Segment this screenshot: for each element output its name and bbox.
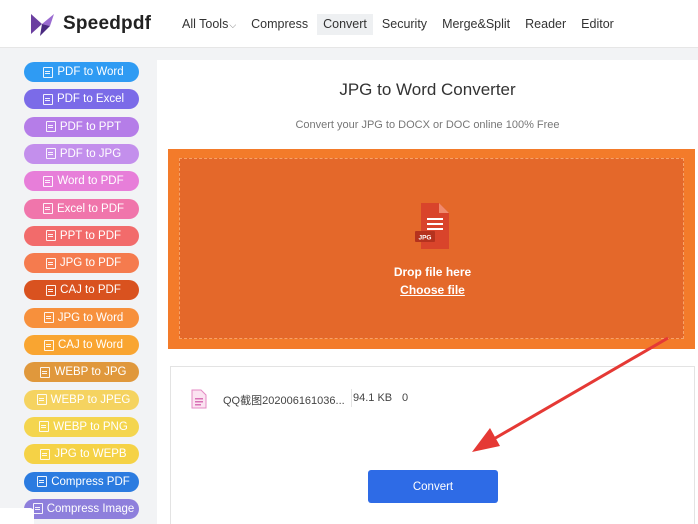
- sidebar-item-webp-to-jpg[interactable]: WEBP to JPG: [24, 362, 139, 383]
- nav-all-tools[interactable]: All Tools⌵: [176, 14, 242, 35]
- page-title: JPG to Word Converter: [339, 80, 516, 99]
- sidebar-item-pdf-to-jpg[interactable]: PDF to JPG: [24, 143, 139, 164]
- jpg-badge-label: JPG: [418, 235, 431, 242]
- document-icon: [39, 421, 50, 433]
- nav-convert[interactable]: Convert: [317, 14, 373, 35]
- document-icon: [45, 230, 56, 242]
- document-icon: [37, 476, 48, 487]
- drop-zone[interactable]: JPG Drop file here Choose file: [179, 158, 684, 339]
- nav-reader[interactable]: Reader: [519, 14, 572, 35]
- sidebar-item-label: CAJ to Word: [58, 339, 123, 351]
- file-progress: 0: [402, 392, 409, 404]
- upload-area[interactable]: JPG Drop file here Choose file: [168, 149, 695, 349]
- document-icon: [44, 339, 54, 351]
- top-nav: All Tools⌵ Compress Convert Security Mer…: [176, 14, 623, 35]
- sidebar-item-label: PDF to Word: [57, 66, 124, 78]
- nav-editor[interactable]: Editor: [575, 14, 620, 35]
- document-icon: [45, 148, 56, 160]
- document-icon: [45, 257, 56, 269]
- speedpdf-logo-icon[interactable]: [28, 10, 56, 38]
- nav-all-tools-label: All Tools: [182, 17, 229, 31]
- drop-file-text: Drop file here: [393, 265, 472, 279]
- sidebar-item-compress-image[interactable]: Compress Image: [24, 498, 139, 519]
- sidebar-item-excel-to-pdf[interactable]: Excel to PDF: [24, 198, 139, 219]
- tool-sidebar: PDF to Word PDF to Excel PDF to PPT PDF to …: [0, 48, 157, 524]
- sidebar-item-label: JPG to Word: [57, 311, 124, 324]
- sidebar-item-pdf-to-ppt[interactable]: PDF to PPT: [24, 116, 139, 137]
- document-icon: [40, 366, 51, 378]
- sidebar-item-label: WEBP to JPEG: [50, 393, 131, 406]
- sidebar-item-label: PPT to PDF: [59, 229, 122, 242]
- sidebar-item-caj-to-pdf[interactable]: CAJ to PDF: [24, 280, 139, 301]
- sidebar-item-caj-to-word[interactable]: CAJ to Word: [24, 335, 139, 355]
- sidebar-item-jpg-to-word[interactable]: JPG to Word: [24, 307, 139, 328]
- sidebar-item-pdf-to-excel[interactable]: PDF to Excel: [24, 89, 139, 110]
- document-icon: [40, 448, 51, 460]
- choose-file-link[interactable]: Choose file: [180, 283, 685, 297]
- sidebar-item-pdf-to-word[interactable]: PDF to Word: [24, 62, 139, 82]
- document-icon: [43, 312, 54, 324]
- sidebar-item-label: Excel to PDF: [56, 202, 125, 215]
- document-icon: [46, 284, 57, 296]
- sidebar-item-label: CAJ to PDF: [60, 284, 121, 297]
- sidebar-item-jpg-to-wepb[interactable]: JPG to WEPB: [24, 444, 139, 465]
- sidebar-item-jpg-to-pdf[interactable]: JPG to PDF: [24, 253, 139, 274]
- nav-merge-split[interactable]: Merge&Split: [436, 14, 516, 35]
- sidebar-item-label: WEBP to JPG: [54, 366, 127, 379]
- sidebar-item-label: JPG to PDF: [59, 257, 122, 270]
- chevron-down-icon: ⌵: [229, 20, 237, 30]
- sidebar-item-label: WEBP to PNG: [53, 420, 128, 433]
- top-header: Speedpdf All Tools⌵ Compress Convert Sec…: [0, 0, 698, 48]
- sidebar-item-word-to-pdf[interactable]: Word to PDF: [24, 171, 139, 192]
- document-icon: [43, 66, 54, 78]
- sidebar-item-label: PDF to Excel: [56, 93, 125, 106]
- sidebar-item-ppt-to-pdf[interactable]: PPT to PDF: [24, 225, 139, 246]
- sidebar-item-label: PDF to PPT: [59, 120, 122, 133]
- file-size: 94.1 KB: [353, 392, 393, 404]
- converter-panel: JPG to Word Converter Convert your JPG t…: [157, 60, 698, 524]
- convert-button[interactable]: Convert: [368, 470, 498, 503]
- sidebar-item-label: Compress Image: [46, 502, 135, 515]
- nav-compress[interactable]: Compress: [245, 14, 314, 35]
- nav-security[interactable]: Security: [376, 14, 433, 35]
- document-icon: [36, 394, 47, 406]
- document-icon: [42, 93, 53, 105]
- image-file-icon: [191, 389, 207, 409]
- sidebar-item-label: Compress PDF: [51, 475, 130, 488]
- file-name: QQ截图202006161036...: [223, 395, 345, 407]
- sidebar-item-webp-to-png[interactable]: WEBP to PNG: [24, 416, 139, 437]
- brand-name[interactable]: Speedpdf: [63, 13, 151, 35]
- document-icon: [42, 203, 53, 214]
- corner-tab: [0, 508, 34, 524]
- sidebar-item-webp-to-jpeg[interactable]: WEBP to JPEG: [24, 389, 139, 410]
- document-icon: [32, 503, 43, 515]
- document-icon: [43, 175, 54, 187]
- sidebar-item-label: JPG to WEPB: [54, 448, 127, 461]
- file-list: QQ截图202006161036... 94.1 KB 0 Convert: [170, 366, 695, 524]
- jpg-file-icon: JPG: [415, 203, 449, 249]
- sidebar-item-label: PDF to JPG: [59, 147, 122, 160]
- file-divider: [351, 389, 352, 407]
- sidebar-item-label: Word to PDF: [57, 175, 124, 188]
- document-icon: [45, 121, 56, 133]
- sidebar-item-compress-pdf[interactable]: Compress PDF: [24, 471, 139, 492]
- page-subtitle: Convert your JPG to DOCX or DOC online 1…: [295, 119, 560, 131]
